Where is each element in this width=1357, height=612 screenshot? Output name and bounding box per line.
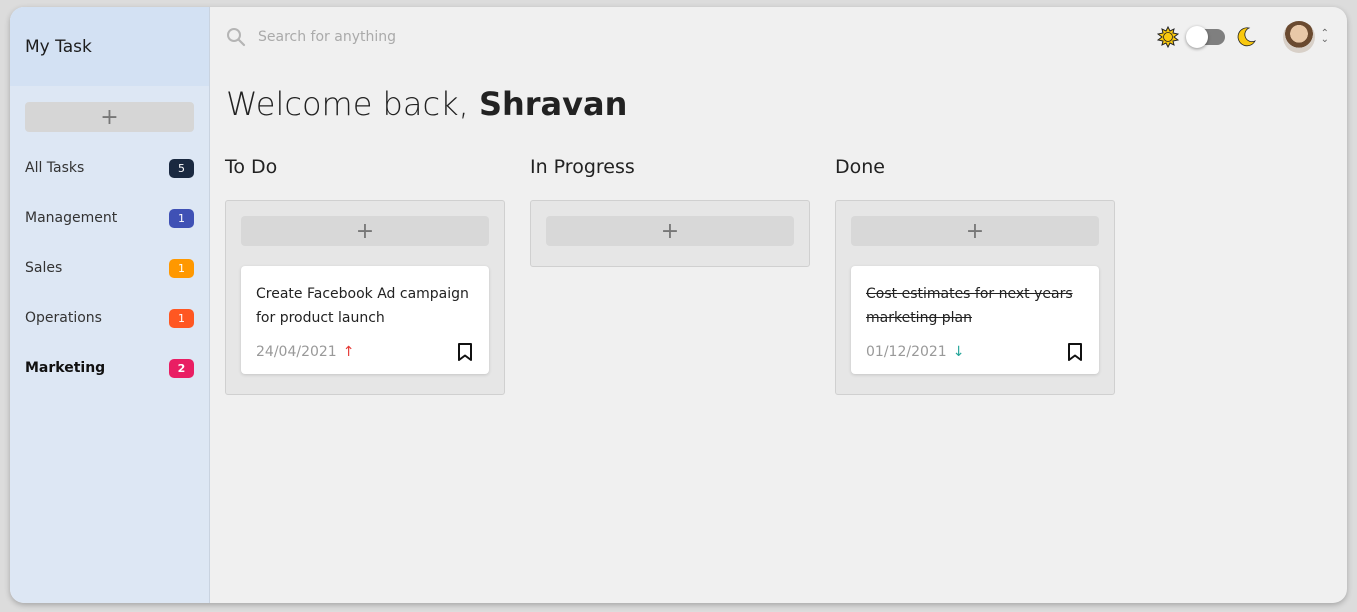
user-name: Shravan bbox=[478, 85, 628, 123]
task-card[interactable]: Create Facebook Ad campaign for product … bbox=[241, 266, 489, 374]
task-date: 01/12/2021 bbox=[866, 344, 947, 360]
app-title: My Task bbox=[10, 7, 209, 86]
sun-icon bbox=[1156, 26, 1179, 48]
search-icon bbox=[227, 28, 246, 47]
add-category-button[interactable]: + bbox=[25, 102, 194, 132]
task-footer: 01/12/2021 ↓ bbox=[866, 342, 1084, 362]
category-list: All Tasks 5 Management 1 Sales 1 Operati… bbox=[25, 143, 194, 393]
search-input[interactable] bbox=[258, 29, 518, 45]
sidebar-item-label: Management bbox=[25, 210, 118, 226]
bookmark-icon[interactable] bbox=[1066, 342, 1084, 362]
sidebar: My Task + All Tasks 5 Management 1 Sales… bbox=[10, 7, 210, 603]
count-badge: 1 bbox=[169, 208, 194, 228]
sidebar-item-operations[interactable]: Operations 1 bbox=[25, 293, 194, 343]
app-window: My Task + All Tasks 5 Management 1 Sales… bbox=[10, 7, 1347, 603]
welcome-heading: Welcome back, Shravan bbox=[226, 85, 627, 123]
welcome-prefix: Welcome back, bbox=[226, 85, 479, 123]
main-content: ⌃⌄ Welcome back, Shravan To Do + Create … bbox=[210, 7, 1347, 603]
sidebar-item-management[interactable]: Management 1 bbox=[25, 193, 194, 243]
task-footer: 24/04/2021 ↑ bbox=[256, 342, 474, 362]
toggle-knob bbox=[1185, 26, 1208, 48]
search-bar bbox=[226, 27, 518, 47]
column-title: Done bbox=[835, 156, 885, 178]
sidebar-item-all-tasks[interactable]: All Tasks 5 bbox=[25, 143, 194, 193]
task-date-group: 24/04/2021 ↑ bbox=[256, 344, 354, 360]
priority-up-icon: ↑ bbox=[342, 344, 355, 360]
chevron-up-down-icon[interactable]: ⌃ ⌄ bbox=[1321, 29, 1329, 45]
add-task-button[interactable]: + bbox=[241, 216, 489, 246]
add-task-button[interactable]: + bbox=[851, 216, 1099, 246]
priority-down-icon: ↓ bbox=[952, 344, 965, 360]
task-date-group: 01/12/2021 ↓ bbox=[866, 344, 964, 360]
bookmark-icon[interactable] bbox=[456, 342, 474, 362]
theme-toggle[interactable] bbox=[1185, 26, 1225, 48]
sidebar-item-label: Sales bbox=[25, 260, 63, 276]
column-body: + Cost estimates for next years marketin… bbox=[835, 200, 1115, 395]
header-controls: ⌃ ⌄ bbox=[1156, 21, 1329, 53]
column-body: + bbox=[530, 200, 810, 267]
sidebar-item-marketing[interactable]: Marketing 2 bbox=[25, 343, 194, 393]
moon-icon bbox=[1237, 27, 1256, 47]
count-badge: 5 bbox=[169, 158, 194, 178]
task-title: Create Facebook Ad campaign for product … bbox=[256, 286, 469, 326]
task-card[interactable]: Cost estimates for next years marketing … bbox=[851, 266, 1099, 374]
count-badge: 2 bbox=[169, 358, 194, 378]
column-done: Done + Cost estimates for next years mar… bbox=[835, 156, 1115, 395]
column-todo: To Do + Create Facebook Ad campaign for … bbox=[225, 156, 505, 395]
column-in-progress: In Progress + bbox=[530, 156, 810, 267]
sidebar-item-label: Marketing bbox=[25, 360, 106, 376]
count-badge: 1 bbox=[169, 258, 194, 278]
task-date: 24/04/2021 bbox=[256, 344, 337, 360]
column-title: To Do bbox=[225, 156, 278, 178]
sidebar-item-label: Operations bbox=[25, 310, 102, 326]
column-body: + Create Facebook Ad campaign for produc… bbox=[225, 200, 505, 395]
sidebar-item-label: All Tasks bbox=[25, 160, 85, 176]
column-title: In Progress bbox=[530, 156, 635, 178]
count-badge: 1 bbox=[169, 308, 194, 328]
add-task-button[interactable]: + bbox=[546, 216, 794, 246]
sidebar-item-sales[interactable]: Sales 1 bbox=[25, 243, 194, 293]
task-title: Cost estimates for next years marketing … bbox=[866, 286, 1073, 326]
avatar[interactable] bbox=[1282, 21, 1315, 53]
